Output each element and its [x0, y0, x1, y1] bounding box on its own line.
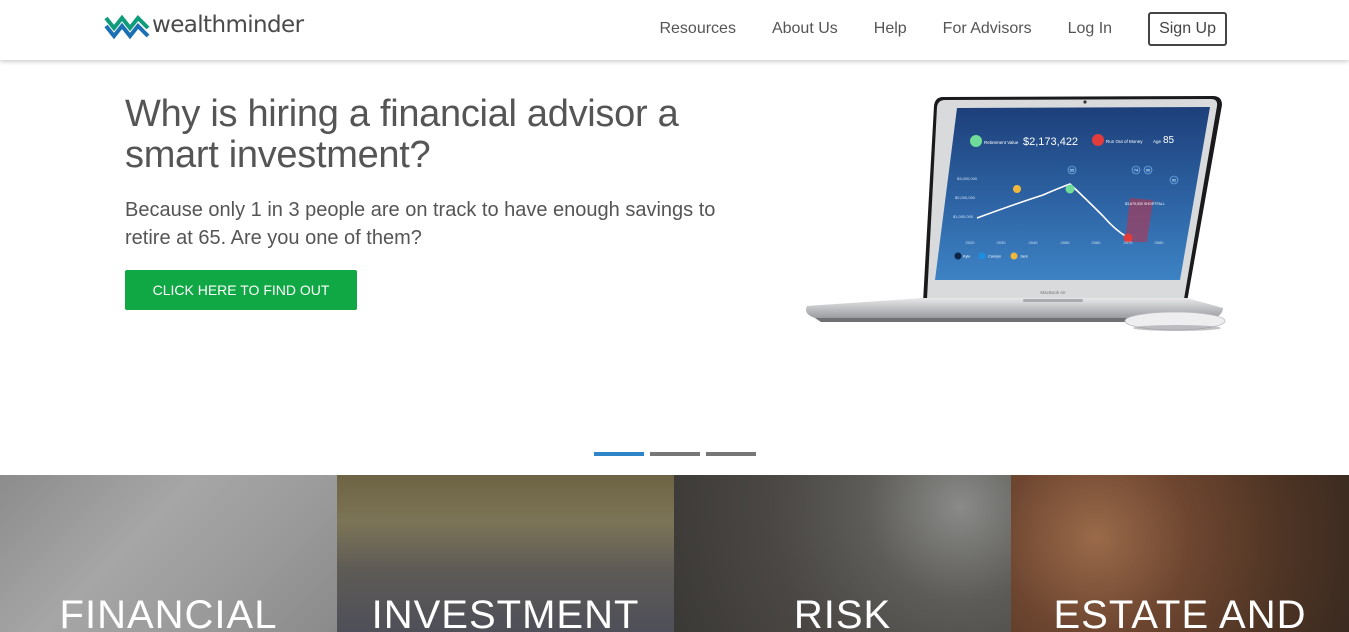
- shortfall-text: $3,679,530 SHORTFALL: [1125, 202, 1165, 206]
- hero-subtitle: Because only 1 in 3 people are on track …: [125, 199, 716, 249]
- legend-carolyn: Carolyn: [988, 255, 1001, 259]
- x-tick: 2080: [1155, 240, 1165, 245]
- laptop-brand: MacBook Air: [1040, 290, 1066, 295]
- tile-label: FINANCIAL: [59, 593, 278, 632]
- carousel-dot-3[interactable]: [706, 452, 756, 456]
- marker-65: 65: [1070, 169, 1074, 173]
- nav-links: Resources About Us Help For Advisors Log…: [623, 12, 1227, 46]
- carousel-indicators: [594, 452, 762, 456]
- marker-92: 92: [1172, 179, 1176, 183]
- nav-resources[interactable]: Resources: [659, 20, 735, 38]
- nav-for-advisors[interactable]: For Advisors: [943, 20, 1032, 38]
- marker-retire-icon: [1013, 185, 1021, 193]
- tile-label: ESTATE AND: [1053, 593, 1307, 632]
- hero-title: Why is hiring a financial advisor a smar…: [125, 93, 679, 176]
- y-tick-3m: $3,000,000: [957, 176, 978, 181]
- retirement-value: $2,173,422: [1023, 136, 1078, 148]
- service-tiles: FINANCIAL INVESTMENT RISK ESTATE AND: [0, 475, 1349, 632]
- tile-risk[interactable]: RISK: [674, 475, 1011, 632]
- carousel-dot-1[interactable]: [594, 452, 644, 456]
- age-value: 85: [1163, 135, 1175, 146]
- carousel-dot-2[interactable]: [650, 452, 700, 456]
- laptop-illustration: Retirement Value $2,173,422 Run Out of M…: [806, 96, 1226, 331]
- tile-label: RISK: [793, 593, 892, 632]
- sign-up-button[interactable]: Sign Up: [1148, 12, 1227, 46]
- y-tick-1m: $1,000,000: [953, 214, 974, 219]
- tile-financial[interactable]: FINANCIAL: [0, 475, 337, 632]
- tile-label: INVESTMENT: [371, 593, 640, 632]
- legend-kyle: Kyle: [963, 255, 970, 259]
- marker-74: 74: [1134, 169, 1138, 173]
- tile-estate[interactable]: ESTATE AND: [1011, 475, 1349, 632]
- tile-investment[interactable]: INVESTMENT: [337, 475, 674, 632]
- find-out-button[interactable]: CLICK HERE TO FIND OUT: [125, 270, 357, 310]
- x-tick: 2030: [997, 240, 1007, 245]
- run-out-label: Run Out of Money: [1106, 139, 1143, 144]
- age-label: Age: [1153, 139, 1162, 144]
- legend-jack: Jack: [1020, 255, 1028, 259]
- run-out-icon: [1092, 134, 1104, 146]
- webcam-dot: [1083, 100, 1087, 104]
- nav-help[interactable]: Help: [874, 20, 907, 38]
- x-tick: 2070: [1124, 240, 1134, 245]
- top-navbar: wealthminder Resources About Us Help For…: [0, 0, 1349, 60]
- nav-log-in[interactable]: Log In: [1068, 20, 1112, 38]
- wealthminder-logo-icon: [104, 14, 150, 40]
- brand-name: wealthminder: [152, 12, 304, 38]
- retirement-label: Retirement Value: [984, 140, 1019, 145]
- logo[interactable]: wealthminder: [104, 12, 304, 42]
- marker-90: 90: [1146, 169, 1150, 173]
- marker-peak-icon: [1065, 184, 1075, 194]
- x-tick: 2020: [966, 240, 976, 245]
- x-tick: 2050: [1061, 240, 1071, 245]
- dollar-icon: [970, 135, 982, 147]
- nav-about-us[interactable]: About Us: [772, 20, 838, 38]
- x-tick: 2060: [1092, 240, 1102, 245]
- y-tick-2m: $2,000,000: [955, 195, 976, 200]
- x-tick: 2040: [1029, 240, 1039, 245]
